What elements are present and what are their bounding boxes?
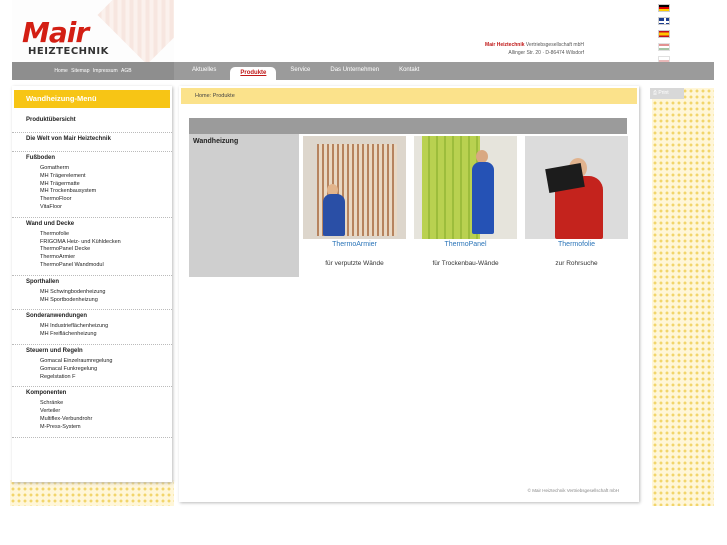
sidebar-section-heading[interactable]: Sonderanwendungen — [26, 313, 158, 319]
product-description: für Trockenbau-Wände — [432, 260, 499, 267]
sidebar-section: Fußboden Gomatherm MH Trägerelement MH Träg… — [12, 152, 172, 218]
sidebar-item[interactable]: Gomacal Funkregelung — [26, 366, 158, 374]
footer-copyright: © Mair Heiztechnik Vertriebsgesellschaft… — [527, 488, 619, 493]
sidebar-item[interactable]: FRIGOMA Heiz- und Kühldecken — [26, 239, 158, 247]
sidebar-item[interactable]: MH Freiflächenheizung — [26, 331, 158, 339]
sidebar-section: Sporthallen MH Schwingbodenheizung MH Spor… — [12, 276, 172, 311]
content-header-bar — [189, 118, 627, 134]
sidebar-section-heading[interactable]: Sporthallen — [26, 279, 158, 285]
sidebar-item[interactable]: MH Trockenbausystem — [26, 188, 158, 196]
logo-main-text: Mair — [22, 16, 89, 49]
sidebar-item[interactable]: Multiflex-Verbundrohr — [26, 416, 158, 424]
sidebar-item[interactable]: MH Schwingbodenheizung — [26, 289, 158, 297]
category-title: Wandheizung — [189, 134, 299, 277]
sidebar-item[interactable]: MH Industrieflächenheizung — [26, 323, 158, 331]
sidebar-title: Wandheizung-Menü — [14, 90, 170, 108]
sidebar-item[interactable]: VitaFloor — [26, 204, 158, 212]
breadcrumb-current: Produkte — [212, 93, 235, 99]
main-content: Home: Produkte Wandheizung ThermoArmier … — [179, 86, 639, 502]
flag-de-icon[interactable] — [658, 4, 670, 12]
nav-unternehmen[interactable]: Das Unternehmen — [320, 62, 389, 80]
img-detail — [323, 194, 345, 236]
sidebar-item[interactable]: ThermoFloor — [26, 196, 158, 204]
sidebar-item[interactable]: MH Trägermatte — [26, 181, 158, 189]
product-image[interactable] — [303, 136, 406, 239]
product-description: zur Rohrsuche — [555, 260, 598, 267]
product-grid: ThermoArmier für verputzte Wände ThermoP… — [303, 136, 633, 267]
sidebar-section-heading[interactable]: Fußboden — [26, 155, 158, 161]
sidebar-menu: Wandheizung-Menü Produktübersicht Die Wel… — [12, 86, 172, 482]
sidebar-item[interactable]: MH Sportbodenheizung — [26, 297, 158, 305]
sidebar-item[interactable]: Gomacal Einzelraumregelung — [26, 358, 158, 366]
main-nav: Aktuelles Produkte Service Das Unternehm… — [182, 62, 429, 80]
company-info: Mair Heiztechnik Vertriebsgesellschaft m… — [440, 41, 584, 57]
sidebar-section-heading[interactable]: Produktübersicht — [26, 117, 158, 123]
right-decoration — [652, 88, 714, 506]
nav-kontakt[interactable]: Kontakt — [389, 62, 429, 80]
product-card: ThermoPanel für Trockenbau-Wände — [414, 136, 517, 267]
product-link[interactable]: ThermoArmier — [303, 241, 406, 248]
breadcrumb-home[interactable]: Home — [195, 93, 210, 99]
product-image[interactable] — [525, 136, 628, 239]
sidebar-item[interactable]: ThermoPanel Wandmodul — [26, 262, 158, 270]
sidebar-item[interactable]: ThermoPanel Decke — [26, 246, 158, 254]
sidebar-section: Produktübersicht — [12, 114, 172, 133]
nav-service[interactable]: Service — [280, 62, 320, 80]
print-icon: ⎙ — [653, 90, 658, 96]
flag-gb-icon[interactable] — [658, 17, 670, 25]
product-image[interactable] — [414, 136, 517, 239]
utility-links: Home Sitemap Impressum AGB — [12, 62, 174, 80]
print-label: Print — [658, 90, 669, 96]
company-name: Mair Heiztechnik — [485, 42, 525, 48]
breadcrumb-separator: : — [209, 93, 212, 99]
language-switcher — [658, 4, 670, 69]
print-button[interactable]: ⎙ Print — [650, 88, 684, 99]
sidebar-item[interactable]: ThermoArmier — [26, 254, 158, 262]
left-decoration — [10, 480, 174, 506]
flag-hu-icon[interactable] — [658, 43, 670, 51]
link-agb[interactable]: AGB — [121, 68, 132, 74]
sidebar-section: Sonderanwendungen MH Industrieflächenheiz… — [12, 310, 172, 345]
breadcrumb: Home: Produkte — [181, 88, 637, 104]
top-navigation-bar: Home Sitemap Impressum AGB Aktuelles Pro… — [12, 62, 714, 80]
company-suffix: Vertriebsgesellschaft mbH — [524, 42, 584, 48]
sidebar-section: Steuern und Regeln Gomacal Einzelraumrege… — [12, 345, 172, 388]
link-home[interactable]: Home — [54, 68, 67, 74]
sidebar-section-heading[interactable]: Die Welt von Mair Heiztechnik — [26, 136, 158, 142]
sidebar-item[interactable]: Regelstation F — [26, 374, 158, 382]
sidebar-section-heading[interactable]: Wand und Decke — [26, 221, 158, 227]
flag-es-icon[interactable] — [658, 30, 670, 38]
sidebar-item[interactable]: MH Trägerelement — [26, 173, 158, 181]
product-card: Thermofolie zur Rohrsuche — [525, 136, 628, 267]
sidebar-item[interactable]: M-Press-System — [26, 424, 158, 432]
product-description: für verputzte Wände — [325, 260, 384, 267]
logo-sub-text: HEIZTECHNIK — [28, 46, 109, 57]
sidebar-item[interactable]: Gomatherm — [26, 165, 158, 173]
product-card: ThermoArmier für verputzte Wände — [303, 136, 406, 267]
sidebar-section-heading[interactable]: Steuern und Regeln — [26, 348, 158, 354]
nav-produkte[interactable]: Produkte — [230, 67, 277, 80]
sidebar-section: Wand und Decke Thermofolie FRIGOMA Heiz- u… — [12, 218, 172, 276]
nav-aktuelles[interactable]: Aktuelles — [182, 62, 226, 80]
product-link[interactable]: ThermoPanel — [414, 241, 517, 248]
company-address: Allinger Str. 20 · D-86474 Wilsdorf — [508, 50, 584, 56]
sidebar-section-heading[interactable]: Komponenten — [26, 390, 158, 396]
sidebar-section: Komponenten Schränke Verteiler Multiflex-Ve… — [12, 387, 172, 438]
product-link[interactable]: Thermofolie — [525, 241, 628, 248]
sidebar-item[interactable]: Verteiler — [26, 408, 158, 416]
sidebar-item[interactable]: Thermofolie — [26, 231, 158, 239]
link-sitemap[interactable]: Sitemap — [71, 68, 89, 74]
logo[interactable]: Mair HEIZTECHNIK — [12, 0, 174, 62]
link-impressum[interactable]: Impressum — [93, 68, 118, 74]
sidebar-section: Die Welt von Mair Heiztechnik — [12, 133, 172, 152]
sidebar-item[interactable]: Schränke — [26, 400, 158, 408]
img-detail — [472, 162, 494, 234]
